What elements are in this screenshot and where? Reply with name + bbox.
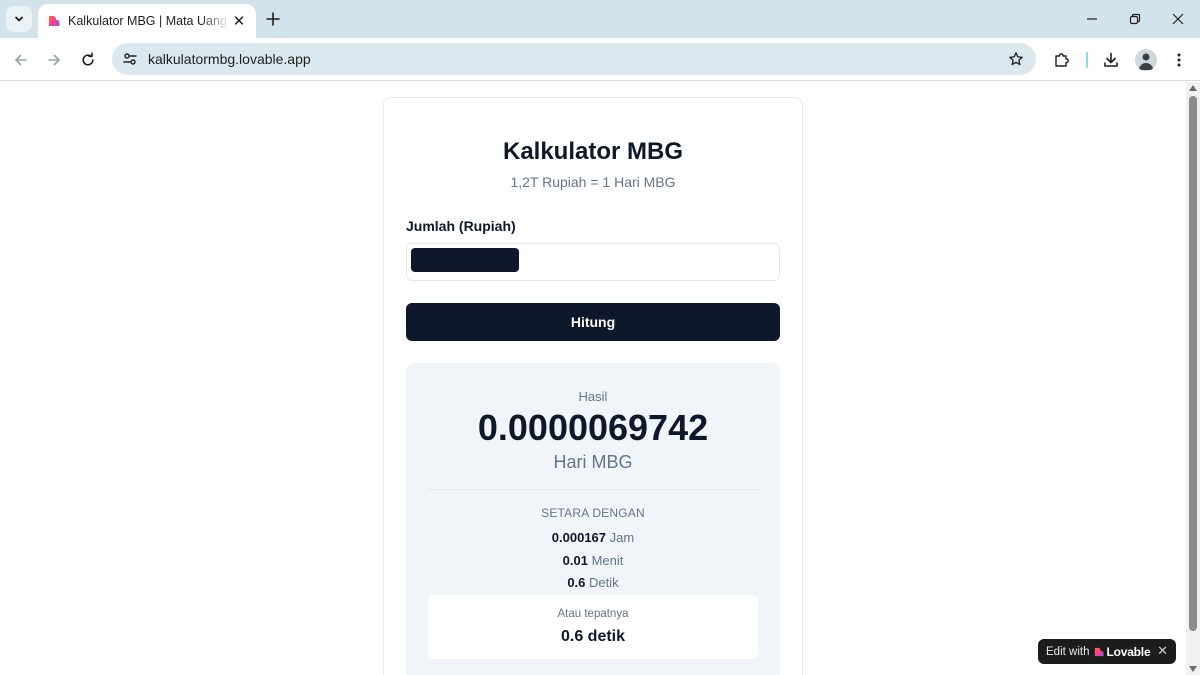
star-icon — [1009, 52, 1023, 66]
window-close-button[interactable] — [1160, 6, 1196, 32]
page-scrollbar[interactable] — [1186, 82, 1200, 675]
chevron-down-icon — [15, 16, 23, 22]
reload-icon — [82, 52, 94, 66]
page-subtitle: 1,2T Rupiah = 1 Hari MBG — [510, 174, 676, 190]
minimize-icon — [1087, 18, 1097, 20]
browser-tab-active[interactable]: Kalkulator MBG | Mata Uang Ga ✕ — [38, 4, 256, 38]
restore-icon — [1129, 13, 1141, 25]
calculator-card: Kalkulator MBG 1,2T Rupiah = 1 Hari MBG … — [383, 97, 803, 675]
toolbar-separator — [1086, 52, 1088, 68]
arrow-right-icon — [48, 54, 60, 66]
plus-icon — [266, 12, 280, 26]
more-vertical-icon — [1177, 53, 1181, 67]
back-button[interactable] — [8, 47, 34, 73]
site-info-button[interactable] — [114, 43, 146, 75]
exact-result-box: Atau tepatnya 0.6 detik — [428, 595, 758, 659]
browser-toolbar: kalkulatormbg.lovable.app — [0, 38, 1200, 81]
restore-button[interactable] — [1117, 6, 1153, 32]
result-panel: Hasil 0.0000069742 Hari MBG SETARA DENGA… — [406, 363, 780, 675]
result-value: 0.0000069742 — [477, 407, 709, 448]
equivalent-minutes: 0.01 Menit — [406, 553, 780, 568]
equivalent-unit: Detik — [589, 575, 619, 590]
profile-avatar[interactable] — [1135, 49, 1157, 71]
edit-with-lovable-badge[interactable]: Edit with Lovable ✕ — [1038, 639, 1176, 664]
browser-menu-button[interactable] — [1166, 47, 1192, 73]
downloads-button[interactable] — [1098, 47, 1124, 73]
arrow-left-icon — [15, 54, 27, 66]
badge-close-icon[interactable]: ✕ — [1157, 643, 1168, 659]
badge-brand: Lovable — [1106, 644, 1151, 659]
download-icon — [1104, 52, 1118, 67]
avatar-icon — [1139, 53, 1153, 70]
scroll-down-arrow-icon[interactable] — [1189, 666, 1197, 672]
address-bar[interactable]: kalkulatormbg.lovable.app — [112, 43, 1036, 75]
lovable-logo-icon — [1094, 647, 1105, 657]
puzzle-icon — [1055, 53, 1069, 67]
page-title: Kalkulator MBG — [502, 138, 684, 165]
forward-button[interactable] — [41, 47, 67, 73]
result-divider — [428, 489, 758, 490]
redacted-input-value — [411, 248, 519, 272]
bookmark-button[interactable] — [1006, 49, 1026, 69]
equivalent-label: SETARA DENGAN — [541, 506, 645, 520]
equivalent-unit: Menit — [591, 553, 624, 568]
equivalent-value: 0.6 — [567, 575, 586, 590]
browser-tab-bar: Kalkulator MBG | Mata Uang Ga ✕ — [0, 0, 1200, 38]
equivalent-value: 0.01 — [562, 553, 588, 568]
page-viewport: Kalkulator MBG 1,2T Rupiah = 1 Hari MBG … — [0, 82, 1186, 675]
tab-close-icon[interactable]: ✕ — [230, 12, 248, 30]
close-icon — [1172, 13, 1184, 25]
minimize-button[interactable] — [1074, 6, 1110, 32]
exact-value: 0.6 detik — [560, 628, 626, 645]
result-unit: Hari MBG — [553, 452, 633, 472]
tab-search-button[interactable] — [6, 6, 32, 32]
calculate-button[interactable]: Hitung — [406, 303, 780, 341]
scrollbar-thumb[interactable] — [1189, 96, 1197, 631]
reload-button[interactable] — [75, 47, 101, 73]
url-text[interactable]: kalkulatormbg.lovable.app — [148, 51, 311, 67]
equivalent-seconds: 0.6 Detik — [406, 575, 780, 590]
lovable-favicon-icon — [48, 15, 60, 27]
amount-label: Jumlah (Rupiah) — [406, 218, 516, 234]
extensions-button[interactable] — [1049, 47, 1075, 73]
equivalent-hours: 0.000167 Jam — [406, 530, 780, 545]
equivalent-unit: Jam — [609, 530, 635, 545]
result-label: Hasil — [578, 389, 608, 404]
exact-label: Atau tepatnya — [557, 608, 629, 620]
amount-input[interactable] — [406, 243, 780, 281]
equivalent-value: 0.000167 — [551, 530, 607, 545]
tab-title: Kalkulator MBG | Mata Uang Ga — [68, 14, 230, 28]
scroll-up-arrow-icon[interactable] — [1189, 85, 1197, 91]
badge-prefix: Edit with — [1046, 645, 1090, 658]
tune-icon — [123, 53, 137, 65]
new-tab-button[interactable] — [262, 8, 284, 30]
